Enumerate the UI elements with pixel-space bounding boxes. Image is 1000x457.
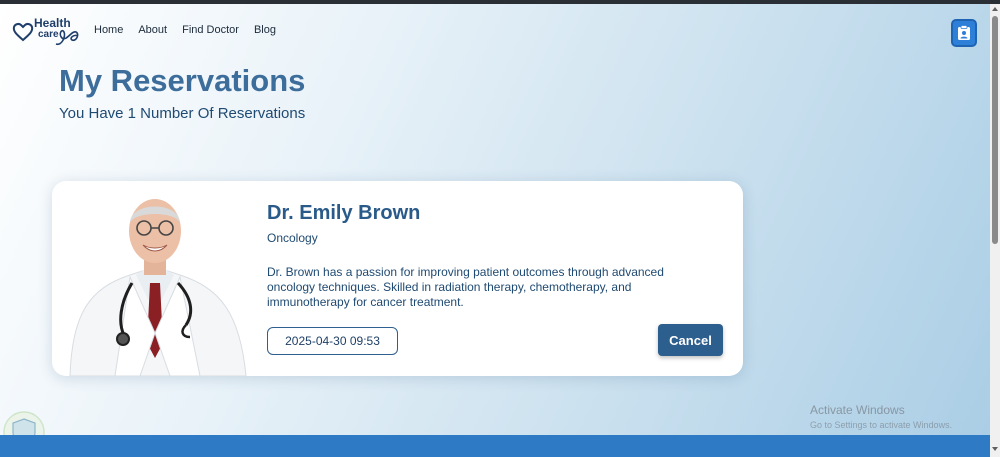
windows-activation-subtitle: Go to Settings to activate Windows.	[810, 420, 953, 430]
nav-link-find-doctor[interactable]: Find Doctor	[182, 24, 239, 36]
reservation-datetime-badge: 2025-04-30 09:53	[267, 327, 398, 355]
doctor-bio: Dr. Brown has a passion for improving pa…	[267, 265, 664, 309]
scroll-down-arrow-icon[interactable]	[991, 445, 999, 453]
doctor-name: Dr. Emily Brown	[267, 202, 421, 224]
footer-bar	[0, 435, 990, 457]
windows-activation-title: Activate Windows	[810, 403, 905, 417]
logo-swirl-icon	[55, 29, 79, 46]
nav-link-home[interactable]: Home	[94, 24, 123, 36]
doctor-specialty: Oncology	[267, 231, 318, 245]
navbar: Health care Home About Find Doctor Blog	[0, 4, 990, 58]
scroll-up-arrow-icon[interactable]	[991, 5, 999, 13]
page-title: My Reservations	[59, 63, 306, 98]
clipboard-user-icon	[958, 25, 970, 40]
scrollbar-thumb[interactable]	[992, 16, 998, 244]
nav-links: Home About Find Doctor Blog	[94, 24, 276, 36]
reservation-count-text: You Have 1 Number Of Reservations	[59, 105, 306, 122]
nav-link-about[interactable]: About	[138, 24, 167, 36]
doctor-photo	[69, 199, 247, 376]
reservations-profile-button[interactable]	[951, 19, 977, 47]
cancel-reservation-button[interactable]: Cancel	[658, 324, 723, 356]
nav-link-blog[interactable]: Blog	[254, 24, 276, 36]
reservation-card: Dr. Emily Brown Oncology Dr. Brown has a…	[52, 181, 743, 376]
heart-icon	[12, 22, 34, 42]
healthcare-logo[interactable]: Health care	[10, 14, 82, 50]
